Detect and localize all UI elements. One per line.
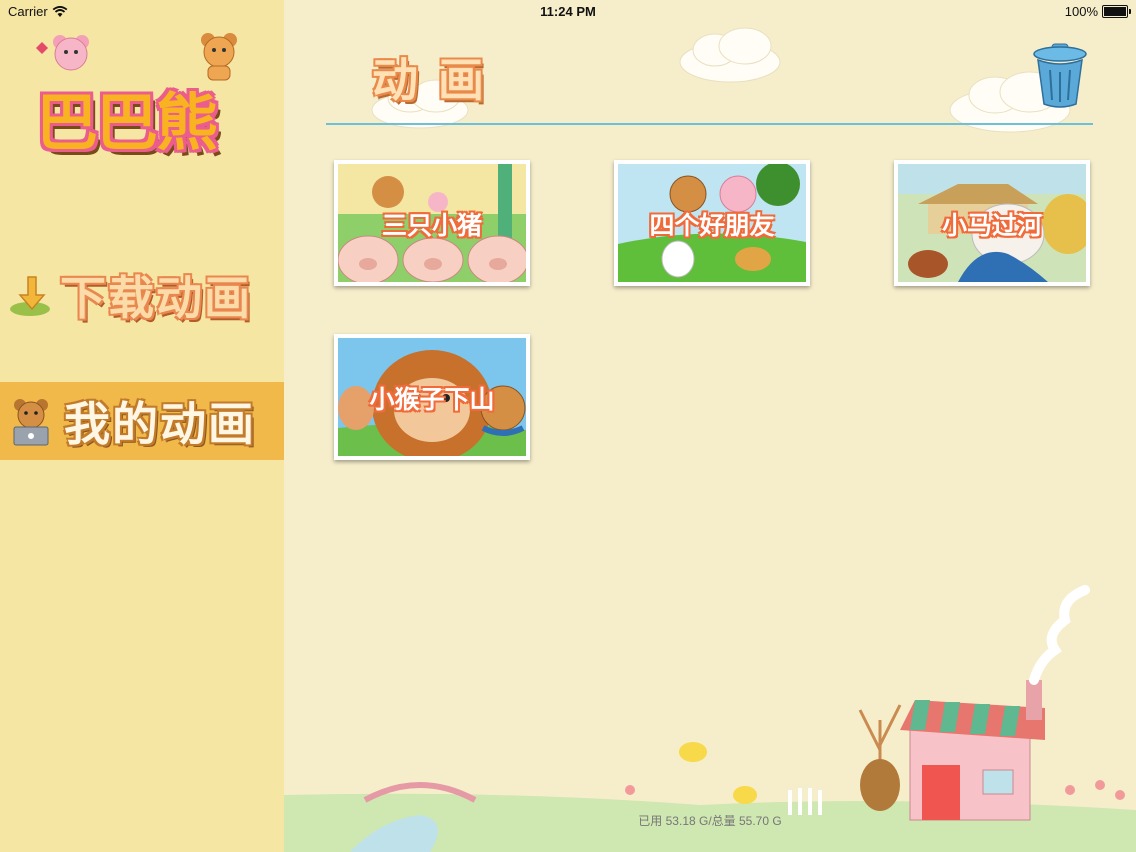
- video-card-pony-river[interactable]: 小马过河: [894, 160, 1090, 286]
- video-title: 小马过河: [941, 211, 1042, 240]
- app-logo: 巴巴熊: [22, 30, 262, 160]
- clock: 11:24 PM: [540, 4, 596, 19]
- video-card-three-pigs[interactable]: 三只小猪: [334, 160, 530, 286]
- sidebar-item-label: 我的动画: [64, 397, 256, 451]
- video-title: 小猴子下山: [369, 385, 495, 414]
- cloud-icon: [679, 27, 781, 83]
- sidebar-item-download[interactable]: 下载动画: [0, 256, 284, 334]
- video-title: 四个好朋友: [649, 211, 775, 240]
- logo-text: 巴巴熊: [36, 86, 218, 159]
- sidebar: 巴巴熊 下载动画 我的动画: [0, 0, 284, 852]
- bear-laptop-icon: [13, 399, 49, 446]
- battery-icon: [1102, 5, 1131, 18]
- house-icon: [900, 585, 1090, 821]
- carrier-label: Carrier: [8, 4, 48, 19]
- wifi-icon: [52, 5, 68, 17]
- trash-can-icon[interactable]: [1030, 40, 1090, 110]
- page-title: 动画: [372, 53, 504, 107]
- sidebar-item-my-animations[interactable]: 我的动画: [0, 382, 284, 460]
- video-card-four-friends[interactable]: 四个好朋友: [614, 160, 810, 286]
- status-bar: Carrier 11:24 PM 100%: [0, 0, 1136, 24]
- video-title: 三只小猪: [381, 211, 482, 240]
- sidebar-item-label: 下载动画: [60, 271, 252, 325]
- status-right: 100%: [1064, 4, 1131, 19]
- video-card-little-monkey[interactable]: 小猴子下山: [334, 334, 530, 460]
- download-arrow-icon: [10, 276, 50, 316]
- storage-usage: 已用 53.18 G/总量 55.70 G: [638, 814, 782, 828]
- status-left: Carrier: [8, 4, 68, 19]
- battery-percent: 100%: [1064, 4, 1098, 19]
- header-divider: [326, 123, 1093, 125]
